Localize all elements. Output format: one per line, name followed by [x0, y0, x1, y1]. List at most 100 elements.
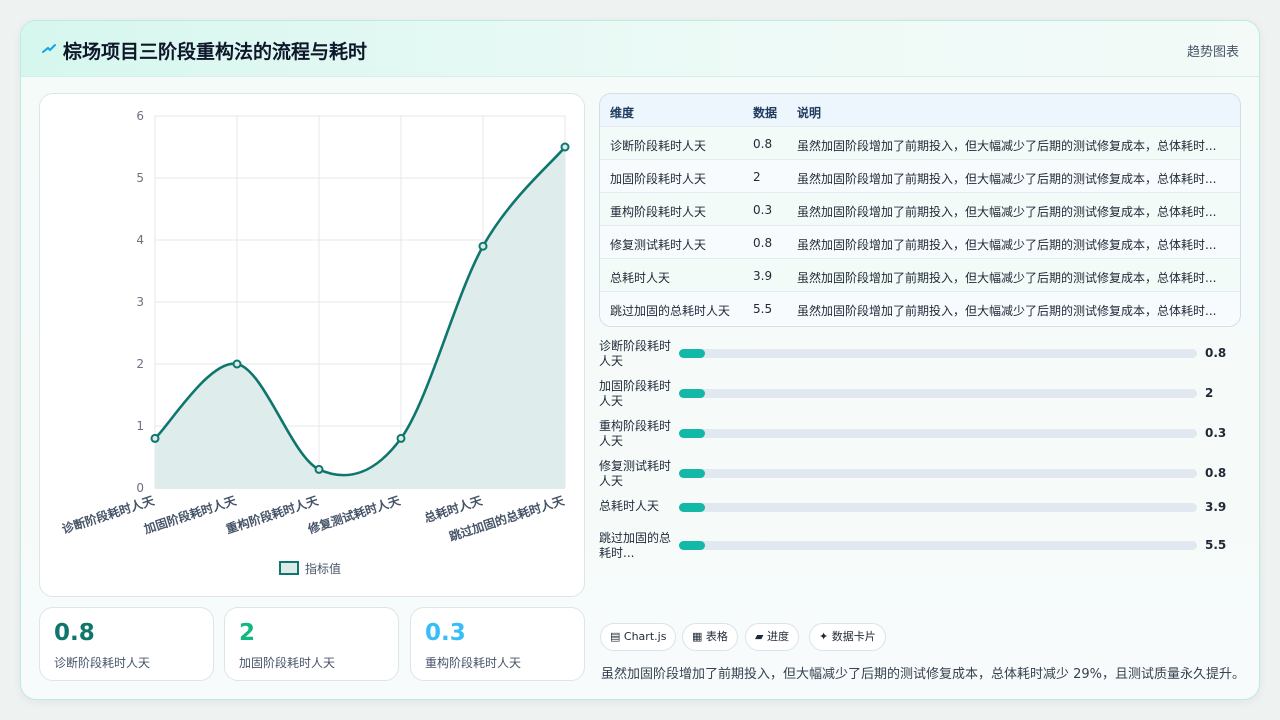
x-tick-label: 总耗时人天 — [422, 492, 485, 525]
progress-fill — [679, 429, 705, 438]
chart-icon: ▤ — [610, 630, 621, 643]
kpi-label: 重构阶段耗时人天 — [425, 656, 522, 670]
x-tick-label: 加固阶段耗时人天 — [141, 492, 239, 537]
table-row: 重构阶段耗时人天 0.3 虽然加固阶段增加了前期投入，但大幅减少了后期的测试修复… — [600, 193, 1240, 226]
progress-label-line: 人天 — [599, 354, 624, 368]
progress-row: 跳过加固的总 耗时... 5.5 — [599, 531, 1241, 565]
progress-value: 3.9 — [1205, 500, 1227, 514]
progress-value: 5.5 — [1205, 538, 1227, 552]
sparkle-icon — [42, 44, 56, 53]
chip-progress[interactable]: ▰ 进度 — [745, 623, 799, 651]
y-tick-label: 3 — [136, 295, 144, 309]
y-tick-label: 6 — [136, 109, 144, 123]
data-point — [396, 433, 406, 443]
table-row: 跳过加固的总耗时人天 5.5 虽然加固阶段增加了前期投入，但大幅减少了后期的测试… — [600, 292, 1240, 325]
progress-row: 重构阶段耗时 人天 0.3 — [599, 419, 1241, 453]
progress-label: 跳过加固的总 耗时... — [599, 531, 677, 561]
table-row: 加固阶段耗时人天 2 虽然加固阶段增加了前期投入，但大幅减少了后期的测试修复成本… — [600, 160, 1240, 193]
progress-row: 加固阶段耗时 人天 2 — [599, 379, 1241, 413]
table-header-cell: 数据 — [753, 106, 778, 120]
kpi-card-diagnosis: 0.8 诊断阶段耗时人天 — [39, 607, 214, 681]
y-tick-label: 2 — [136, 357, 144, 371]
progress-label: 诊断阶段耗时 人天 — [599, 339, 677, 369]
table-row: 修复测试耗时人天 0.8 虽然加固阶段增加了前期投入，但大幅减少了后期的测试修复… — [600, 226, 1240, 259]
kpi-value: 2 — [239, 620, 256, 646]
progress-label: 总耗时人天 — [599, 499, 677, 514]
data-point — [232, 359, 242, 369]
progress-fill — [679, 503, 705, 512]
progress-value: 0.3 — [1205, 426, 1227, 440]
data-point — [560, 142, 570, 152]
progress-row: 诊断阶段耗时 人天 0.8 — [599, 339, 1241, 373]
progress-label-line: 跳过加固的总 — [599, 531, 672, 545]
progress-label: 修复测试耗时 人天 — [599, 459, 677, 489]
table-cell: 虽然加固阶段增加了前期投入，但大幅减少了后期的测试修复成本，总体耗时... — [797, 172, 1217, 186]
chip-label: 数据卡片 — [831, 630, 876, 643]
table-row: 总耗时人天 3.9 虽然加固阶段增加了前期投入，但大幅减少了后期的测试修复成本，… — [600, 259, 1240, 292]
kpi-value: 0.3 — [425, 620, 466, 646]
progress-label-line: 人天 — [599, 474, 624, 488]
x-tick-label: 重构阶段耗时人天 — [224, 492, 321, 536]
kpi-value: 0.8 — [54, 620, 95, 646]
kpi-label: 加固阶段耗时人天 — [239, 656, 336, 670]
progress-value: 2 — [1205, 386, 1214, 400]
chip-label: 表格 — [705, 630, 728, 643]
table-header-cell: 维度 — [610, 106, 635, 120]
data-point — [478, 241, 488, 251]
progress-value: 0.8 — [1205, 346, 1227, 360]
table-cell: 0.8 — [753, 137, 773, 151]
progress-value: 0.8 — [1205, 466, 1227, 480]
series-area — [155, 147, 565, 488]
progress-label-line: 修复测试耗时 — [599, 459, 672, 473]
progress-track — [679, 349, 1197, 358]
kpi-label: 诊断阶段耗时人天 — [54, 656, 151, 670]
progress-label-line: 加固阶段耗时 — [599, 379, 672, 393]
table-cell: 2 — [753, 170, 761, 184]
table-icon: ▦ — [692, 630, 703, 643]
y-tick-label: 5 — [136, 171, 144, 185]
progress-track — [679, 541, 1197, 550]
progress-label-line: 重构阶段耗时 — [599, 419, 672, 433]
table-cell: 诊断阶段耗时人天 — [610, 139, 707, 153]
progress-fill — [679, 469, 705, 478]
progress-icon: ▰ — [755, 630, 764, 643]
y-tick-label: 4 — [136, 233, 144, 247]
table-cell: 虽然加固阶段增加了前期投入，但大幅减少了后期的测试修复成本，总体耗时... — [797, 271, 1217, 285]
table-cell: 重构阶段耗时人天 — [610, 205, 707, 219]
progress-fill — [679, 389, 705, 398]
table-cell: 修复测试耗时人天 — [610, 238, 707, 252]
footer-note: 虽然加固阶段增加了前期投入，但大幅减少了后期的测试修复成本，总体耗时减少 29%… — [601, 667, 1246, 682]
line-chart: 0 1 2 3 4 5 6 诊断阶段耗时人天加固阶段耗时人天重构阶段耗时人天修复测试耗时人天总… — [60, 109, 570, 576]
kpi-card-hardening: 2 加固阶段耗时人天 — [224, 607, 399, 681]
table-cell: 5.5 — [753, 302, 773, 316]
card-icon: ✦ — [819, 630, 829, 643]
progress-label: 加固阶段耗时 人天 — [599, 379, 677, 409]
progress-track — [679, 469, 1197, 478]
table-cell: 虽然加固阶段增加了前期投入，但大幅减少了后期的测试修复成本，总体耗时... — [797, 205, 1217, 219]
legend-swatch — [279, 561, 299, 575]
progress-label-line: 耗时... — [599, 546, 635, 560]
progress-label: 重构阶段耗时 人天 — [599, 419, 677, 449]
progress-row: 修复测试耗时 人天 0.8 — [599, 459, 1241, 493]
legend-label: 指标值 — [305, 561, 341, 576]
table-cell: 虽然加固阶段增加了前期投入，但大幅减少了后期的测试修复成本，总体耗时... — [797, 238, 1217, 252]
y-tick-label: 1 — [136, 419, 144, 433]
data-point — [314, 464, 324, 474]
header: 棕场项目三阶段重构法的流程与耗时 趋势图表 — [21, 21, 1259, 77]
table-cell: 总耗时人天 — [610, 271, 671, 285]
chip-table[interactable]: ▦ 表格 — [682, 623, 738, 651]
chip-chartjs[interactable]: ▤ Chart.js — [600, 623, 677, 651]
chip-data-card[interactable]: ✦ 数据卡片 — [809, 623, 886, 651]
table-header-row: 维度 数据 说明 — [600, 94, 1240, 127]
table-cell: 虽然加固阶段增加了前期投入，但大幅减少了后期的测试修复成本，总体耗时... — [797, 139, 1217, 153]
progress-track — [679, 429, 1197, 438]
progress-fill — [679, 541, 705, 550]
x-tick-label: 修复测试耗时人天 — [305, 492, 403, 537]
table-cell: 虽然加固阶段增加了前期投入，但大幅减少了后期的测试修复成本，总体耗时... — [797, 304, 1217, 318]
progress-label-line: 诊断阶段耗时 — [599, 339, 672, 353]
kpi-card-refactor: 0.3 重构阶段耗时人天 — [410, 607, 585, 681]
progress-fill — [679, 349, 705, 358]
table-row: 诊断阶段耗时人天 0.8 虽然加固阶段增加了前期投入，但大幅减少了后期的测试修复… — [600, 127, 1240, 160]
progress-track — [679, 389, 1197, 398]
chart-panel: 0 1 2 3 4 5 6 诊断阶段耗时人天 加固阶段耗时人天 重构阶段耗时人天 修复测试耗时人天总… — [39, 93, 585, 597]
